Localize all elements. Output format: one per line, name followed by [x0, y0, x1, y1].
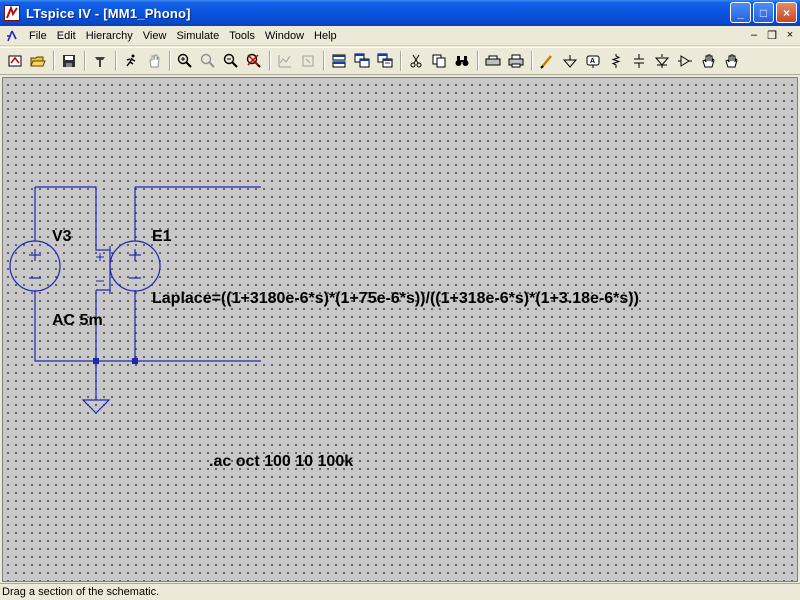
- spice-directive[interactable]: .ac oct 100 10 100k: [209, 453, 353, 471]
- laplace-expression-label[interactable]: Laplace=((1+3180e-6*s)*(1+75e-6*s))/((1+…: [152, 290, 639, 308]
- resistor-icon[interactable]: [605, 50, 627, 72]
- menu-help[interactable]: Help: [309, 30, 342, 42]
- tile-vertical-icon[interactable]: [374, 50, 396, 72]
- svg-text:A: A: [590, 58, 595, 65]
- copy-icon[interactable]: [428, 50, 450, 72]
- menu-hierarchy[interactable]: Hierarchy: [81, 30, 138, 42]
- toolbar-separator: [323, 51, 325, 71]
- minimize-button[interactable]: _: [730, 2, 751, 23]
- inductor-icon[interactable]: [651, 50, 673, 72]
- schematic-canvas[interactable]: V3 E1 Laplace=((1+3180e-6*s)*(1+75e-6*s)…: [2, 77, 798, 582]
- toolbar: A: [0, 47, 800, 75]
- component-icon[interactable]: [674, 50, 696, 72]
- toolbar-separator: [169, 51, 171, 71]
- mdi-restore-button[interactable]: ❐: [764, 28, 780, 42]
- toolbar-separator: [53, 51, 55, 71]
- wire-icon[interactable]: [536, 50, 558, 72]
- status-bar: Drag a section of the schematic.: [0, 583, 800, 600]
- toolbar-separator: [269, 51, 271, 71]
- toolbar-separator: [84, 51, 86, 71]
- toolbar-separator: [115, 51, 117, 71]
- window-title: LTspice IV - [MM1_Phono]: [26, 5, 191, 21]
- ground-icon[interactable]: [559, 50, 581, 72]
- pan-icon[interactable]: [197, 50, 219, 72]
- wire-v3-top: [35, 186, 110, 251]
- open-icon[interactable]: [27, 50, 49, 72]
- drag-icon[interactable]: [720, 50, 742, 72]
- mdi-close-button[interactable]: ×: [782, 28, 798, 42]
- ltspice-app-icon[interactable]: [4, 5, 20, 21]
- zoom-in-icon[interactable]: [174, 50, 196, 72]
- v3-value-label[interactable]: AC 5m: [52, 312, 103, 330]
- e1-name-label[interactable]: E1: [152, 228, 172, 246]
- tile-horizontal-icon[interactable]: [328, 50, 350, 72]
- control-panel-icon[interactable]: [89, 50, 111, 72]
- label-net-icon[interactable]: A: [582, 50, 604, 72]
- cascade-icon[interactable]: [351, 50, 373, 72]
- print-icon[interactable]: [505, 50, 527, 72]
- v3-source-symbol: [9, 240, 61, 292]
- maximize-button[interactable]: □: [753, 2, 774, 23]
- menu-file[interactable]: File: [24, 30, 52, 42]
- new-schematic-icon[interactable]: [4, 50, 26, 72]
- capacitor-icon[interactable]: [628, 50, 650, 72]
- zoom-cancel-icon[interactable]: [243, 50, 265, 72]
- menu-edit[interactable]: Edit: [52, 30, 81, 42]
- save-icon[interactable]: [58, 50, 80, 72]
- menu-window[interactable]: Window: [260, 30, 309, 42]
- ground-symbol: [81, 399, 111, 414]
- v3-name-label[interactable]: V3: [52, 228, 72, 246]
- autorange-icon[interactable]: [274, 50, 296, 72]
- status-text: Drag a section of the schematic.: [2, 586, 160, 598]
- junction-dot: [93, 358, 99, 364]
- menu-view[interactable]: View: [138, 30, 172, 42]
- run-icon[interactable]: [120, 50, 142, 72]
- find-icon[interactable]: [451, 50, 473, 72]
- menu-tools[interactable]: Tools: [224, 30, 260, 42]
- toolbar-separator: [400, 51, 402, 71]
- menu-bar: File Edit Hierarchy View Simulate Tools …: [0, 26, 800, 46]
- e1-source-symbol: [109, 240, 161, 292]
- zoom-out-icon[interactable]: [220, 50, 242, 72]
- title-bar[interactable]: LTspice IV - [MM1_Phono] _ □ ×: [0, 0, 800, 26]
- close-button[interactable]: ×: [776, 2, 797, 23]
- junction-dot: [132, 358, 138, 364]
- schematic-drawing: [9, 186, 261, 414]
- menu-simulate[interactable]: Simulate: [171, 30, 224, 42]
- schematic-doc-icon[interactable]: [4, 28, 20, 44]
- toolbar-separator: [477, 51, 479, 71]
- halt-icon[interactable]: [143, 50, 165, 72]
- toolbar-separator: [531, 51, 533, 71]
- cut-icon[interactable]: [405, 50, 427, 72]
- print-setup-icon[interactable]: [482, 50, 504, 72]
- move-icon[interactable]: [697, 50, 719, 72]
- fit-icon[interactable]: [297, 50, 319, 72]
- mdi-minimize-button[interactable]: –: [746, 28, 762, 42]
